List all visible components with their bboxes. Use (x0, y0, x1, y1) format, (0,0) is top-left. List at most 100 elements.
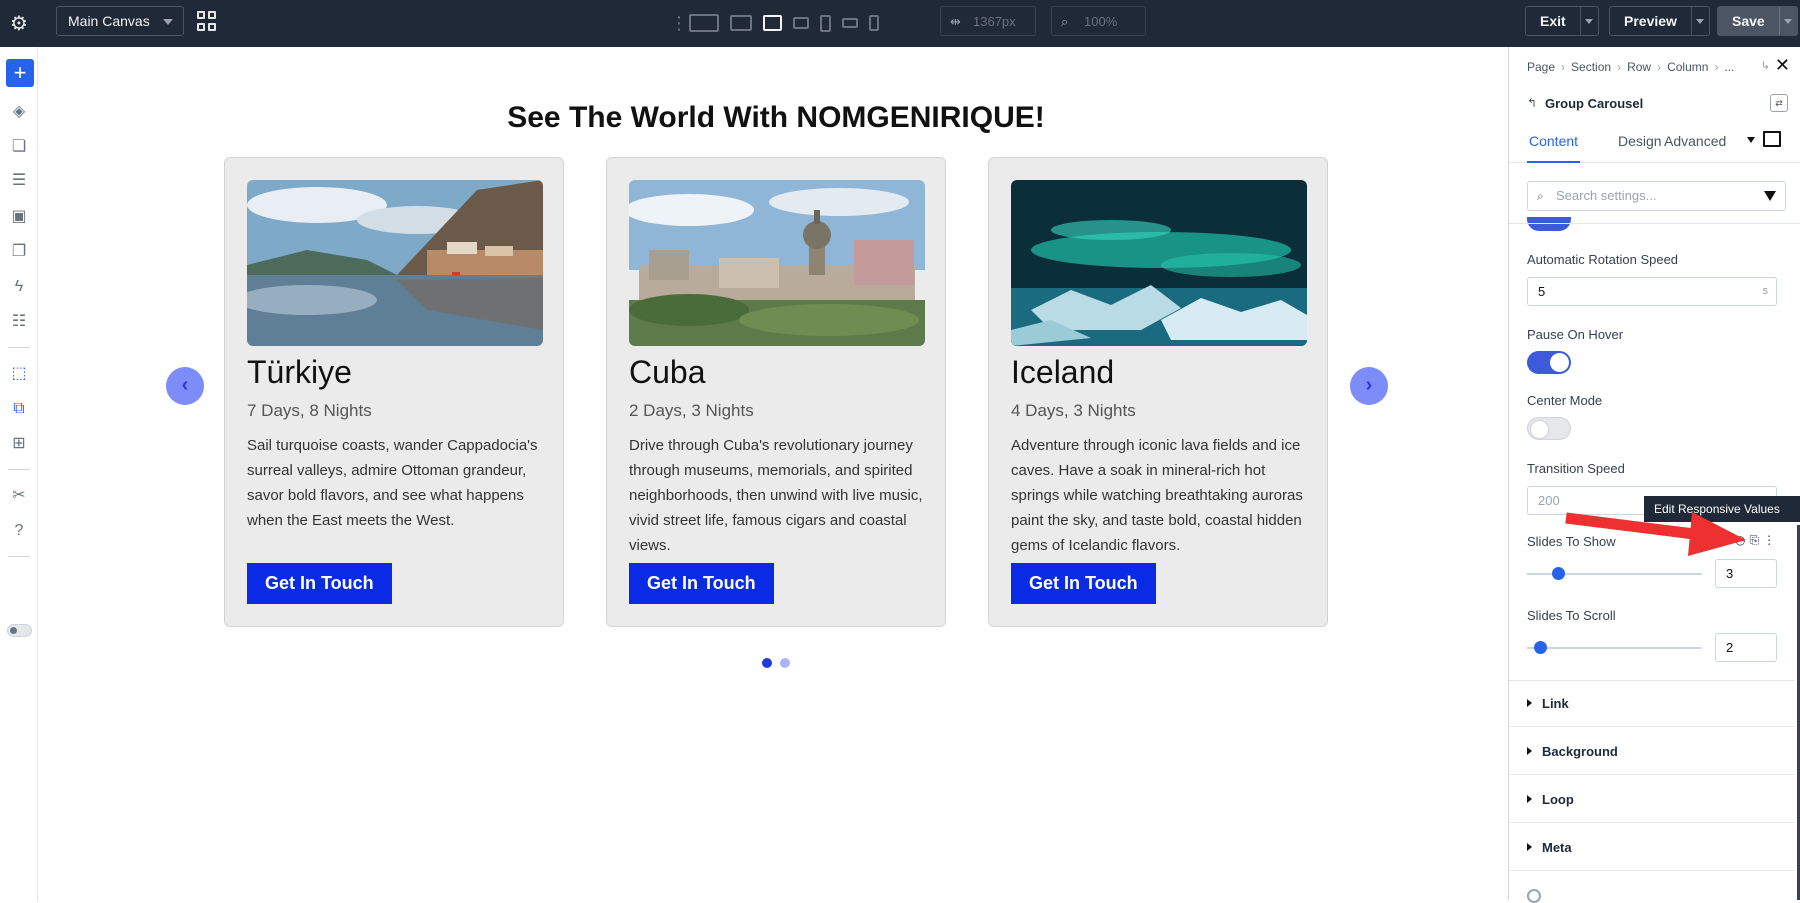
carousel-dot-active[interactable] (762, 658, 772, 668)
slides-to-show-handle[interactable] (1552, 567, 1565, 580)
theme-toggle[interactable] (7, 624, 32, 637)
group-meta[interactable]: Meta (1527, 840, 1572, 855)
canvas-select[interactable]: Main Canvas (56, 6, 184, 36)
center-mode-label: Center Mode (1527, 393, 1603, 408)
canvas-width-value: 1367px (973, 13, 1016, 29)
get-in-touch-button[interactable]: Get In Touch (629, 563, 774, 604)
group-divider (1509, 870, 1795, 871)
filter-icon[interactable] (1764, 191, 1776, 201)
partial-toggle[interactable] (1527, 217, 1571, 231)
preview-label: Preview (1624, 13, 1677, 29)
help-icon[interactable]: ? (9, 521, 29, 541)
group-divider (1509, 726, 1795, 727)
close-icon[interactable]: ✕ (1775, 55, 1790, 76)
copy-icon[interactable]: ⎘ (1749, 533, 1759, 548)
desktop-icon[interactable] (730, 15, 752, 31)
cuba-photo (629, 180, 925, 346)
tab-content[interactable]: Content (1527, 131, 1581, 163)
save-label: Save (1732, 13, 1765, 29)
slides-to-scroll-input[interactable]: 2 (1715, 633, 1777, 662)
card-title: Türkiye (247, 354, 352, 390)
group-loop[interactable]: Loop (1527, 792, 1574, 807)
breadcrumb-row[interactable]: Row (1627, 60, 1651, 74)
search-placeholder: Search settings... (1556, 188, 1657, 203)
get-in-touch-button[interactable]: Get In Touch (1011, 563, 1156, 604)
back-arrow-icon[interactable]: ↰ (1527, 96, 1537, 110)
group-background[interactable]: Background (1527, 744, 1618, 759)
panel-layout-icon[interactable] (1763, 131, 1781, 147)
card-description: Adventure through iconic lava fields and… (1011, 437, 1303, 554)
group-link[interactable]: Link (1527, 696, 1569, 711)
slides-to-scroll-label: Slides To Scroll (1527, 608, 1616, 623)
search-settings-input[interactable]: ⌕ Search settings... (1527, 181, 1786, 211)
breadcrumb-more[interactable]: ... (1724, 60, 1734, 74)
tablet-portrait-icon[interactable] (820, 14, 831, 32)
grid-view-icon[interactable] (197, 11, 217, 31)
exit-button[interactable]: Exit (1525, 6, 1599, 36)
slides-to-scroll-handle[interactable] (1534, 641, 1547, 654)
carousel-next-button[interactable]: › (1350, 367, 1388, 405)
group-loop-label: Loop (1542, 792, 1574, 807)
rotation-speed-unit: s (1762, 285, 1769, 297)
tools-icon[interactable]: ✂ (9, 486, 29, 506)
rotation-speed-input[interactable]: 5 s (1527, 277, 1777, 306)
tablet-landscape-icon[interactable] (793, 17, 809, 29)
settings-gear-icon[interactable]: ⚙ (0, 0, 38, 47)
layers-icon[interactable]: ◈ (9, 102, 29, 122)
lightning-icon[interactable]: ϟ (9, 277, 29, 297)
exit-label: Exit (1540, 13, 1566, 29)
more-vertical-icon[interactable]: ⋮ (1763, 533, 1775, 548)
breadcrumb-page[interactable]: Page (1527, 60, 1555, 74)
card-subtitle: 7 Days, 8 Nights (247, 401, 372, 420)
tab-design[interactable]: Design (1618, 131, 1662, 163)
wide-desktop-icon[interactable] (689, 14, 719, 32)
multi-select-icon[interactable]: ⧉ (9, 399, 29, 419)
save-dropdown-icon[interactable] (1778, 7, 1797, 35)
carousel-prev-button[interactable]: ‹ (166, 367, 204, 405)
variables-icon[interactable]: ▣ (9, 207, 29, 227)
left-toolbar: + ◈ ❏ ☰ ▣ ❐ ϟ ☷ ⬚ ⧉ ⊞ ✂ ? (0, 47, 38, 900)
slides-to-show-input[interactable]: 3 (1715, 559, 1777, 588)
layout-icon[interactable]: ☷ (9, 312, 29, 332)
slides-to-scroll-slider[interactable] (1527, 647, 1702, 649)
select-element-icon[interactable]: ⬚ (9, 364, 29, 384)
tab-more-icon[interactable] (1747, 137, 1755, 143)
save-button[interactable]: Save (1717, 6, 1798, 36)
preview-dropdown-icon[interactable] (1690, 7, 1709, 35)
module-options-icon[interactable]: ⇄ (1770, 94, 1788, 112)
phone-landscape-icon[interactable] (842, 18, 858, 28)
device-switcher: ⋮ (670, 8, 879, 38)
exit-dropdown-icon[interactable] (1579, 7, 1598, 35)
group-divider (1509, 822, 1795, 823)
more-vertical-icon[interactable]: ⋮ (670, 13, 688, 34)
card-description: Sail turquoise coasts, wander Cappadocia… (247, 437, 538, 529)
add-icon[interactable]: + (6, 59, 34, 87)
carousel-card: Iceland 4 Days, 3 Nights Adventure throu… (988, 157, 1328, 627)
library-icon[interactable]: ❏ (9, 137, 29, 157)
rotation-speed-value: 5 (1538, 284, 1546, 299)
transition-speed-label: Transition Speed (1527, 461, 1625, 476)
breadcrumb-column[interactable]: Column (1667, 60, 1708, 74)
database-icon[interactable]: ☰ (9, 171, 29, 191)
carousel-card: Cuba 2 Days, 3 Nights Drive through Cuba… (606, 157, 946, 627)
pause-on-hover-toggle[interactable] (1527, 351, 1571, 374)
phone-portrait-icon[interactable] (869, 15, 879, 31)
help-circle-icon[interactable] (1527, 889, 1541, 903)
pages-icon[interactable]: ❐ (9, 242, 29, 262)
minimize-panel-icon[interactable]: ↳ (1761, 59, 1770, 72)
zoom-field[interactable]: ⌕ 100% (1051, 6, 1146, 36)
element-settings-icon[interactable]: ⊞ (9, 434, 29, 454)
canvas-width-field[interactable]: ⇹ 1367px (940, 6, 1036, 36)
module-title: Group Carousel (1545, 96, 1644, 111)
preview-button[interactable]: Preview (1609, 6, 1710, 36)
caret-right-icon (1527, 843, 1532, 851)
caret-right-icon (1527, 747, 1532, 755)
group-divider (1509, 680, 1795, 681)
laptop-icon[interactable] (763, 15, 782, 31)
tab-advanced[interactable]: Advanced (1664, 131, 1726, 163)
caret-right-icon (1527, 795, 1532, 803)
breadcrumb-section[interactable]: Section (1571, 60, 1611, 74)
carousel-dot[interactable] (780, 658, 790, 668)
center-mode-toggle[interactable] (1527, 417, 1571, 440)
get-in-touch-button[interactable]: Get In Touch (247, 563, 392, 604)
